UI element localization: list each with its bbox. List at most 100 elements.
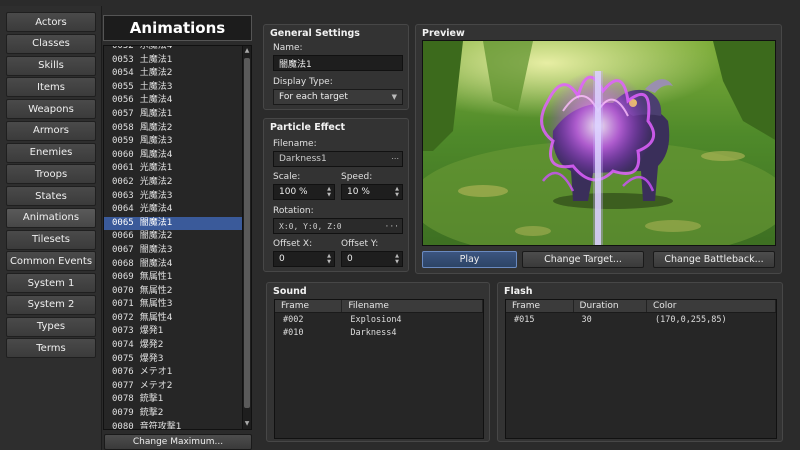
sidebar-item-troops[interactable]: Troops xyxy=(6,164,96,185)
list-item[interactable]: 0059 風魔法3 xyxy=(104,135,242,149)
list-item[interactable]: 0066 闇魔法2 xyxy=(104,230,242,244)
list-item[interactable]: 0074 爆発2 xyxy=(104,339,242,353)
sidebar-item-terms[interactable]: Terms xyxy=(6,338,96,359)
animation-name: メテオ1 xyxy=(139,367,173,378)
spinner-icon[interactable]: ▲ ▼ xyxy=(395,253,399,265)
spinner-icon[interactable]: ▲ ▼ xyxy=(327,253,331,265)
rotation-label: Rotation: xyxy=(273,206,314,216)
table-row[interactable]: #015 30 (170,0,255,85) xyxy=(506,313,776,326)
column-header[interactable]: Duration xyxy=(574,300,647,312)
play-button[interactable]: Play xyxy=(422,251,517,268)
column-header[interactable]: Frame xyxy=(275,300,343,312)
particle-effect-title: Particle Effect xyxy=(270,122,346,133)
animation-list-scrollbar[interactable]: ▲ ▼ xyxy=(242,45,252,430)
animation-id: 0075 xyxy=(112,353,134,364)
scroll-down-icon[interactable]: ▼ xyxy=(243,419,251,429)
sound-table[interactable]: Frame Filename #002 Explosion4 #010 Darknes… xyxy=(274,299,484,439)
sidebar-item-actors[interactable]: Actors xyxy=(6,12,96,32)
sidebar-item-items[interactable]: Items xyxy=(6,77,96,98)
list-item[interactable]: 0079 銃撃2 xyxy=(104,407,242,421)
sidebar-item-classes[interactable]: Classes xyxy=(6,33,96,54)
preview-canvas[interactable] xyxy=(422,40,776,246)
display-type-value: For each target xyxy=(279,92,348,102)
name-input[interactable]: 闇魔法1 xyxy=(273,55,403,71)
list-item[interactable]: 0076 メテオ1 xyxy=(104,366,242,380)
list-item[interactable]: 0061 光魔法1 xyxy=(104,162,242,176)
list-item[interactable]: 0052 水魔法4 xyxy=(104,46,242,54)
list-item[interactable]: 0055 土魔法3 xyxy=(104,81,242,95)
spinner-icon[interactable]: ▲ ▼ xyxy=(327,186,331,198)
animation-name: 風魔法2 xyxy=(139,122,173,133)
list-item[interactable]: 0056 土魔法4 xyxy=(104,94,242,108)
list-item[interactable]: 0078 銃撃1 xyxy=(104,393,242,407)
animation-id: 0066 xyxy=(112,231,134,242)
table-cell: #015 xyxy=(514,314,535,325)
column-header[interactable]: Frame xyxy=(506,300,574,312)
change-maximum-button[interactable]: Change Maximum... xyxy=(104,434,252,450)
list-item[interactable]: 0067 闇魔法3 xyxy=(104,244,242,258)
scale-input[interactable]: 100 % ▲ ▼ xyxy=(273,184,335,200)
scrollbar-thumb[interactable] xyxy=(244,58,250,408)
list-item[interactable]: 0057 風魔法1 xyxy=(104,108,242,122)
list-item[interactable]: 0072 無属性4 xyxy=(104,312,242,326)
spinner-icon[interactable]: ▲ ▼ xyxy=(395,186,399,198)
change-target-button[interactable]: Change Target... xyxy=(522,251,644,268)
flash-table-header: Frame Duration Color xyxy=(506,300,776,313)
column-header[interactable]: Filename xyxy=(342,300,483,312)
animation-name: 土魔法1 xyxy=(139,54,173,65)
speed-input[interactable]: 10 % ▲ ▼ xyxy=(341,184,403,200)
table-row[interactable]: #002 Explosion4 xyxy=(275,313,483,326)
animation-id: 0069 xyxy=(112,272,134,283)
list-item[interactable]: 0060 風魔法4 xyxy=(104,149,242,163)
name-label: Name: xyxy=(273,43,303,53)
sidebar-item-enemies[interactable]: Enemies xyxy=(6,142,96,163)
ellipsis-icon[interactable]: ··· xyxy=(391,155,399,164)
list-item[interactable]: 0062 光魔法2 xyxy=(104,176,242,190)
column-header[interactable]: Color xyxy=(647,300,776,312)
animation-list[interactable]: 0052 水魔法4 0053 土魔法1 0054 土魔法2 0055 土魔法3 0056 土魔法4… xyxy=(103,45,243,430)
flash-table[interactable]: Frame Duration Color #015 30 (170,0,255,85… xyxy=(505,299,777,439)
sidebar-item-armors[interactable]: Armors xyxy=(6,120,96,141)
list-item[interactable]: 0053 土魔法1 xyxy=(104,54,242,68)
animation-name: 爆発2 xyxy=(139,340,164,351)
change-battleback-button[interactable]: Change Battleback... xyxy=(653,251,775,268)
sidebar-item-tilesets[interactable]: Tilesets xyxy=(6,229,96,250)
list-item[interactable]: 0064 光魔法4 xyxy=(104,203,242,217)
speed-value: 10 % xyxy=(347,187,370,197)
table-cell: Explosion4 xyxy=(350,314,402,325)
sidebar-item-types[interactable]: Types xyxy=(6,316,96,337)
animation-id: 0063 xyxy=(112,190,134,201)
sidebar-item-system-2[interactable]: System 2 xyxy=(6,294,96,315)
sidebar-item-weapons[interactable]: Weapons xyxy=(6,99,96,119)
filename-field[interactable]: Darkness1 ··· xyxy=(273,151,403,167)
sidebar-item-animations[interactable]: Animations xyxy=(6,207,96,228)
animation-id: 0064 xyxy=(112,204,134,215)
sidebar-item-skills[interactable]: Skills xyxy=(6,55,96,76)
list-item[interactable]: 0063 光魔法3 xyxy=(104,190,242,204)
list-item[interactable]: 0071 無属性3 xyxy=(104,298,242,312)
animation-id: 0060 xyxy=(112,149,134,160)
display-type-select[interactable]: For each target ▼ xyxy=(273,89,403,105)
list-item[interactable]: 0073 爆発1 xyxy=(104,325,242,339)
list-item[interactable]: 0075 爆発3 xyxy=(104,353,242,367)
list-item[interactable]: 0070 無属性2 xyxy=(104,285,242,299)
table-row[interactable]: #010 Darkness4 xyxy=(275,326,483,339)
offset-x-input[interactable]: 0 ▲ ▼ xyxy=(273,251,335,267)
scroll-up-icon[interactable]: ▲ xyxy=(243,46,251,56)
animation-name: 無属性4 xyxy=(139,312,173,323)
list-item[interactable]: 0058 風魔法2 xyxy=(104,122,242,136)
sidebar-item-states[interactable]: States xyxy=(6,186,96,206)
ellipsis-icon[interactable]: ··· xyxy=(385,222,399,231)
rotation-field[interactable]: X:0, Y:0, Z:0 ··· xyxy=(273,218,403,234)
list-item[interactable]: 0080 音符攻撃1 xyxy=(104,421,242,430)
list-item[interactable]: 0069 無属性1 xyxy=(104,271,242,285)
list-item[interactable]: 0077 メテオ2 xyxy=(104,380,242,394)
sidebar-item-common-events[interactable]: Common Events xyxy=(6,251,96,272)
list-item[interactable]: 0054 土魔法2 xyxy=(104,67,242,81)
offset-y-input[interactable]: 0 ▲ ▼ xyxy=(341,251,403,267)
animation-name: 音符攻撃1 xyxy=(139,421,182,430)
animation-name: 無属性1 xyxy=(139,272,173,283)
list-item[interactable]: 0068 闇魔法4 xyxy=(104,258,242,272)
sidebar-item-system-1[interactable]: System 1 xyxy=(6,273,96,293)
list-item[interactable]: 0065 闇魔法1 xyxy=(104,216,242,231)
